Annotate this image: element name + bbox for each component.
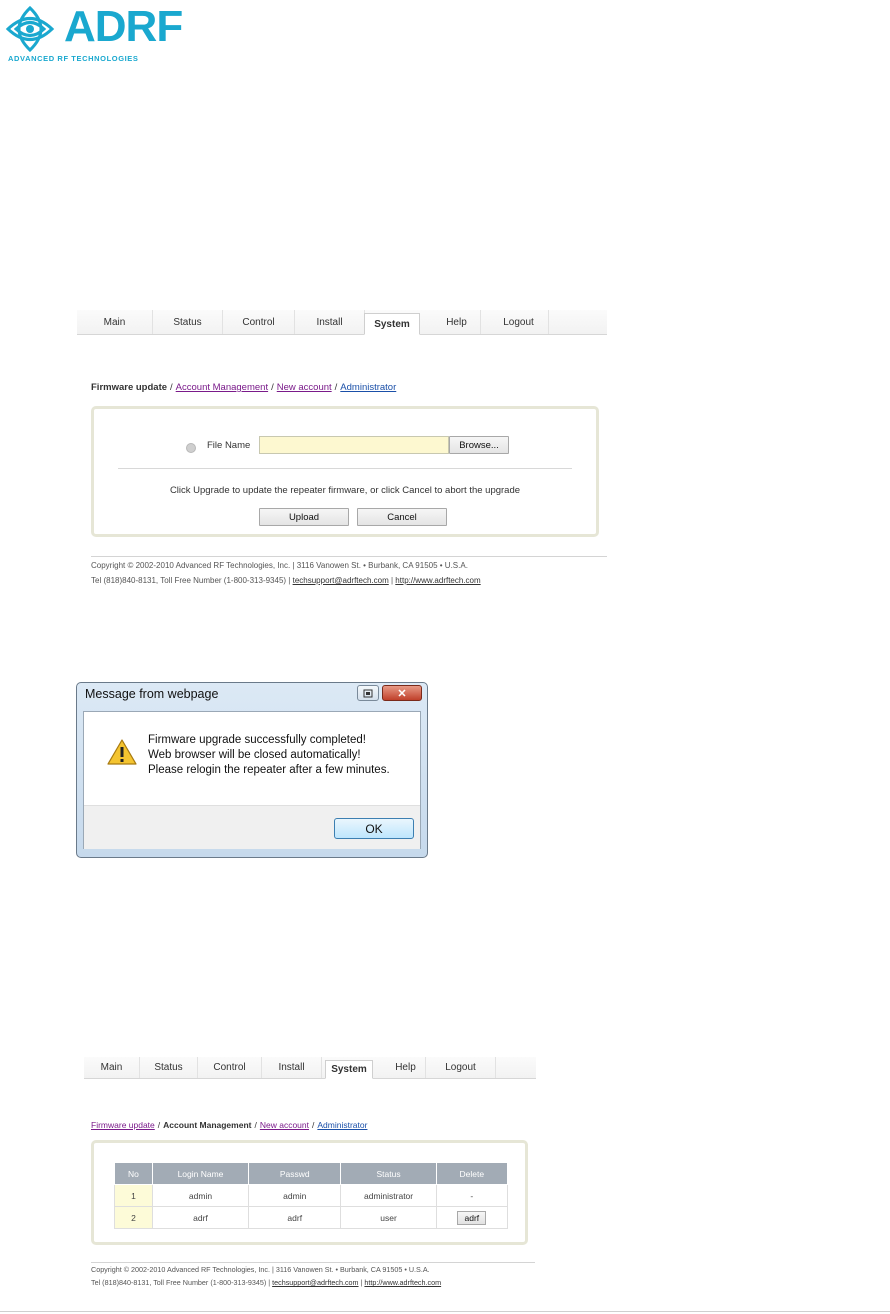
upload-button[interactable]: Upload bbox=[259, 508, 349, 526]
page-bottom-rule bbox=[0, 1311, 890, 1312]
footer-website-link[interactable]: http://www.adrftech.com bbox=[364, 1278, 441, 1287]
tab-main[interactable]: Main bbox=[77, 310, 153, 334]
table-row: 2 adrf adrf user adrf bbox=[114, 1206, 509, 1229]
footer-email-link[interactable]: techsupport@adrftech.com bbox=[293, 576, 389, 585]
tab-install[interactable]: Install bbox=[262, 1057, 322, 1078]
table-header: Status bbox=[340, 1162, 437, 1185]
delete-cell: - bbox=[435, 1184, 509, 1207]
table-header: Passwd bbox=[247, 1162, 342, 1185]
dialog-title: Message from webpage bbox=[85, 687, 219, 701]
dialog-close-button[interactable]: ✕ bbox=[382, 685, 422, 701]
browse-button[interactable]: Browse... bbox=[449, 436, 509, 454]
divider bbox=[118, 468, 572, 469]
status-cell: administrator bbox=[340, 1184, 437, 1207]
row-number: 1 bbox=[114, 1184, 153, 1207]
logo-tagline: ADVANCED RF TECHNOLOGIES bbox=[8, 54, 139, 63]
logo-brand: ADRF bbox=[64, 2, 183, 51]
account-panel: No Login Name Passwd Status Delete 1 adm… bbox=[91, 1140, 528, 1245]
logo-mark-icon bbox=[5, 6, 55, 52]
dialog-button-bar: OK bbox=[84, 805, 420, 849]
account-table: No Login Name Passwd Status Delete 1 adm… bbox=[114, 1162, 509, 1229]
footer-email-link[interactable]: techsupport@adrftech.com bbox=[272, 1278, 358, 1287]
breadcrumb-administrator[interactable]: Administrator bbox=[340, 382, 396, 393]
company-logo: ADRF ADVANCED RF TECHNOLOGIES bbox=[4, 2, 183, 63]
bullet-icon bbox=[186, 443, 196, 453]
dialog-message-line: Web browser will be closed automatically… bbox=[148, 749, 361, 761]
tab-main[interactable]: Main bbox=[84, 1057, 140, 1078]
breadcrumb-current: Account Management bbox=[163, 1120, 252, 1130]
login-name-cell: adrf bbox=[151, 1206, 250, 1229]
footer-contact: Tel (818)840-8131, Toll Free Number (1-8… bbox=[91, 576, 293, 585]
password-cell: admin bbox=[247, 1184, 342, 1207]
window-icon bbox=[363, 689, 373, 697]
table-header: Login Name bbox=[151, 1162, 250, 1185]
footer-contact: Tel (818)840-8131, Toll Free Number (1-8… bbox=[91, 1278, 273, 1287]
dialog-message-line: Please relogin the repeater after a few … bbox=[148, 764, 390, 776]
file-name-label: File Name bbox=[207, 440, 251, 451]
footer: Copyright © 2002-2010 Advanced RF Techno… bbox=[91, 1265, 442, 1287]
table-header: Delete bbox=[435, 1162, 509, 1185]
breadcrumb-account-management[interactable]: Account Management bbox=[176, 382, 268, 393]
tab-logout[interactable]: Logout bbox=[489, 310, 549, 334]
dialog-restore-button[interactable] bbox=[357, 685, 379, 701]
breadcrumb-new-account[interactable]: New account bbox=[260, 1120, 309, 1130]
tab-help[interactable]: Help bbox=[433, 310, 481, 334]
dialog-body: Firmware upgrade successfully completed!… bbox=[83, 711, 421, 849]
login-name-cell: admin bbox=[151, 1184, 250, 1207]
message-dialog: Message from webpage ✕ Firmware upgrade … bbox=[76, 682, 428, 858]
ok-button[interactable]: OK bbox=[334, 818, 414, 839]
footer: Copyright © 2002-2010 Advanced RF Techno… bbox=[91, 558, 481, 588]
main-nav: Main Status Control Install System Help … bbox=[77, 310, 607, 335]
password-cell: adrf bbox=[247, 1206, 342, 1229]
breadcrumb-current: Firmware update bbox=[91, 382, 168, 393]
cancel-button[interactable]: Cancel bbox=[357, 508, 447, 526]
firmware-panel: File Name Browse... Click Upgrade to upd… bbox=[91, 406, 599, 537]
tab-system[interactable]: System bbox=[364, 313, 420, 335]
breadcrumb: Firmware update / Account Management / New a… bbox=[91, 382, 397, 393]
tab-help[interactable]: Help bbox=[386, 1057, 426, 1078]
tab-control[interactable]: Control bbox=[223, 310, 295, 334]
tab-status[interactable]: Status bbox=[140, 1057, 198, 1078]
tab-logout[interactable]: Logout bbox=[426, 1057, 496, 1078]
main-nav: Main Status Control Install System Help … bbox=[84, 1057, 536, 1079]
delete-cell: adrf bbox=[435, 1206, 509, 1229]
warning-icon bbox=[107, 739, 137, 765]
breadcrumb: Firmware update / Account Management / New a… bbox=[91, 1120, 368, 1130]
table-header: No bbox=[114, 1162, 153, 1185]
tab-status[interactable]: Status bbox=[153, 310, 223, 334]
footer-website-link[interactable]: http://www.adrftech.com bbox=[395, 576, 480, 585]
footer-divider bbox=[91, 556, 607, 557]
file-name-input[interactable] bbox=[259, 436, 449, 454]
table-row: 1 admin admin administrator - bbox=[114, 1184, 509, 1207]
footer-copyright: Copyright © 2002-2010 Advanced RF Techno… bbox=[91, 1265, 430, 1274]
upgrade-instruction: Click Upgrade to update the repeater fir… bbox=[169, 485, 521, 496]
breadcrumb-new-account[interactable]: New account bbox=[277, 382, 332, 393]
delete-user-button[interactable]: adrf bbox=[457, 1210, 487, 1225]
tab-system[interactable]: System bbox=[325, 1060, 373, 1079]
close-icon: ✕ bbox=[397, 687, 407, 700]
dialog-message-line: Firmware upgrade successfully completed! bbox=[148, 734, 366, 746]
tab-control[interactable]: Control bbox=[198, 1057, 262, 1078]
tab-install[interactable]: Install bbox=[295, 310, 365, 334]
footer-copyright: Copyright © 2002-2010 Advanced RF Techno… bbox=[91, 561, 468, 570]
row-number: 2 bbox=[114, 1206, 153, 1229]
breadcrumb-firmware-update[interactable]: Firmware update bbox=[91, 1120, 155, 1130]
status-cell: user bbox=[340, 1206, 437, 1229]
breadcrumb-administrator[interactable]: Administrator bbox=[317, 1120, 367, 1130]
